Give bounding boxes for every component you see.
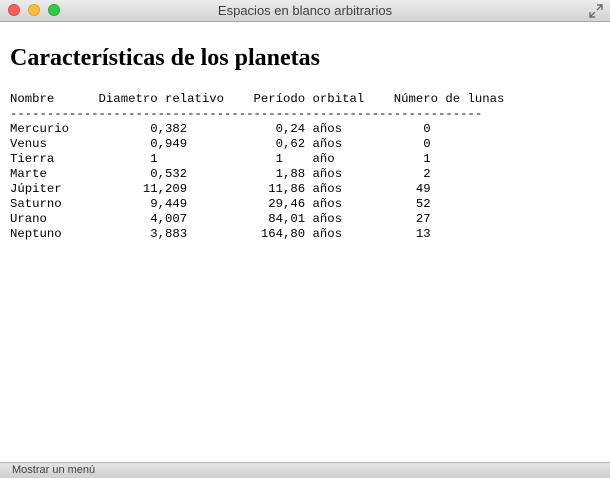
table-separator-line: ----------------------------------------… [10,107,483,121]
table-row: Júpiter 11,209 11,86 años 49 [10,182,431,196]
table-row: Neptuno 3,883 164,80 años 13 [10,227,431,241]
table-row: Mercurio 0,382 0,24 años 0 [10,122,431,136]
window-title: Espacios en blanco arbitrarios [217,3,393,18]
fullscreen-icon[interactable] [589,4,603,18]
table-row: Tierra 1 1 año 1 [10,152,431,166]
planets-preformatted-table: Nombre Diametro relativo Período orbital… [10,92,600,242]
table-row: Urano 4,007 84,01 años 27 [10,212,431,226]
table-header-line: Nombre Diametro relativo Período orbital… [10,92,505,106]
status-bar: Mostrar un menú [0,462,610,478]
page-content: Características de los planetas Nombre D… [10,22,600,242]
browser-window: Espacios en blanco arbitrarios Caracterí… [0,0,610,478]
table-row: Venus 0,949 0,62 años 0 [10,137,431,151]
table-row: Marte 0,532 1,88 años 2 [10,167,431,181]
table-row: Saturno 9,449 29,46 años 52 [10,197,431,211]
title-bar[interactable]: Espacios en blanco arbitrarios [0,0,610,22]
status-text: Mostrar un menú [12,464,96,476]
page-heading: Características de los planetas [10,45,320,71]
